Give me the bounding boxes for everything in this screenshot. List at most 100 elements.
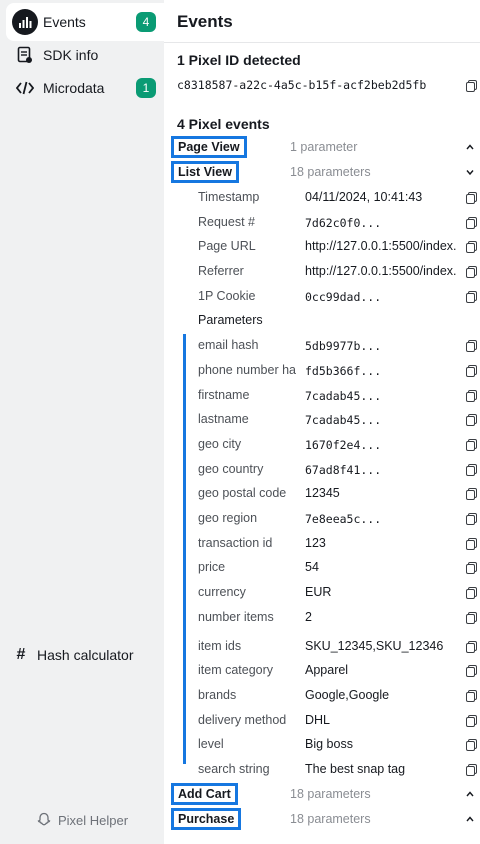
footer-brand: Pixel Helper xyxy=(36,812,128,828)
copy-icon[interactable] xyxy=(466,665,477,677)
param-key: search string xyxy=(198,762,270,776)
param-key: currency xyxy=(198,585,246,599)
copy-icon[interactable] xyxy=(466,488,477,500)
param-value: 123 xyxy=(305,536,326,550)
event-list-view-button[interactable]: List View xyxy=(171,161,239,183)
pixel-id-value: c8318587-a22c-4a5c-b15f-acf2beb2d5fb xyxy=(177,78,427,92)
event-param-count: 18 parameters xyxy=(290,165,371,179)
copy-icon[interactable] xyxy=(466,612,477,624)
events-section-title: 4 Pixel events xyxy=(177,116,270,132)
param-value: fd5b366f... xyxy=(305,364,382,378)
copy-icon[interactable] xyxy=(466,464,477,476)
sidebar-item-label: Microdata xyxy=(43,80,105,96)
header-divider xyxy=(164,42,480,43)
param-key: level xyxy=(198,737,224,751)
copy-icon[interactable] xyxy=(466,690,477,702)
parameters-group-line xyxy=(183,334,186,764)
param-value: Apparel xyxy=(305,663,349,677)
event-purchase-button[interactable]: Purchase xyxy=(171,808,242,830)
meta-key: Referrer xyxy=(198,264,244,278)
copy-icon[interactable] xyxy=(466,340,477,352)
meta-value: http://127.0.0.1:5500/index. xyxy=(305,264,457,278)
code-icon xyxy=(12,75,38,101)
chevron-down-icon[interactable] xyxy=(466,168,474,176)
sidebar-item-hash-calculator[interactable]: # Hash calculator xyxy=(12,646,134,664)
sidebar-item-label: Events xyxy=(43,14,86,30)
copy-icon[interactable] xyxy=(466,764,477,776)
param-key: item category xyxy=(198,663,274,677)
param-key: firstname xyxy=(198,388,250,402)
param-value: Big boss xyxy=(305,737,353,751)
copy-icon[interactable] xyxy=(466,715,477,727)
meta-value: 04/11/2024, 10:41:43 xyxy=(305,190,423,204)
meta-key: Request # xyxy=(198,215,255,229)
param-key: number items xyxy=(198,610,274,624)
chevron-up-icon[interactable] xyxy=(466,815,474,823)
pixel-section-title: 1 Pixel ID detected xyxy=(177,52,301,68)
param-value: 7cadab45... xyxy=(305,413,382,427)
meta-value: http://127.0.0.1:5500/index. xyxy=(305,239,457,253)
page-title: Events xyxy=(177,12,233,31)
event-add-cart-button[interactable]: Add Cart xyxy=(171,783,238,805)
chevron-up-icon[interactable] xyxy=(466,790,474,798)
param-value: Google,Google xyxy=(305,688,390,702)
param-value: 2 xyxy=(305,610,312,624)
copy-icon[interactable] xyxy=(466,641,477,653)
event-param-count: 18 parameters xyxy=(290,812,371,826)
param-key: geo postal code xyxy=(198,486,287,500)
event-page-view-button[interactable]: Page View xyxy=(171,136,247,158)
copy-icon[interactable] xyxy=(466,266,477,278)
param-value: 12345 xyxy=(305,486,340,500)
copy-icon[interactable] xyxy=(466,739,477,751)
bar-chart-icon xyxy=(12,9,38,35)
meta-key: 1P Cookie xyxy=(198,289,256,303)
copy-icon[interactable] xyxy=(466,241,477,253)
param-value: 7cadab45... xyxy=(305,389,382,403)
copy-icon[interactable] xyxy=(466,538,477,550)
meta-value: 0cc99dad... xyxy=(305,290,382,304)
meta-key: Timestamp xyxy=(198,190,260,204)
param-value: 1670f2e4... xyxy=(305,438,382,452)
param-key: price xyxy=(198,560,226,574)
microdata-count-badge: 1 xyxy=(136,78,156,98)
meta-key: Page URL xyxy=(198,239,256,253)
event-param-count: 1 parameter xyxy=(290,140,358,154)
param-value: 7e8eea5c... xyxy=(305,512,382,526)
param-key: geo city xyxy=(198,437,242,451)
copy-icon[interactable] xyxy=(466,414,477,426)
copy-icon[interactable] xyxy=(466,562,477,574)
param-value: 54 xyxy=(305,560,319,574)
copy-icon[interactable] xyxy=(466,192,477,204)
copy-icon[interactable] xyxy=(466,439,477,451)
document-icon xyxy=(12,42,38,68)
param-value: SKU_12345,SKU_12346 xyxy=(305,639,444,653)
param-value: DHL xyxy=(305,713,331,727)
sidebar-item-label: Hash calculator xyxy=(37,647,134,663)
footer-label: Pixel Helper xyxy=(58,812,129,828)
hash-icon: # xyxy=(16,646,26,663)
copy-icon[interactable] xyxy=(466,80,477,92)
sidebar-item-microdata[interactable]: Microdata 1 xyxy=(6,69,164,107)
copy-icon[interactable] xyxy=(466,513,477,525)
chevron-up-icon[interactable] xyxy=(466,143,474,151)
param-key: transaction id xyxy=(198,536,273,550)
param-value: 5db9977b... xyxy=(305,339,382,353)
copy-icon[interactable] xyxy=(466,365,477,377)
param-key: lastname xyxy=(198,412,249,426)
copy-icon[interactable] xyxy=(466,390,477,402)
copy-icon[interactable] xyxy=(466,217,477,229)
param-key: brands xyxy=(198,688,237,702)
parameters-label: Parameters xyxy=(198,313,263,327)
ghost-icon xyxy=(37,812,51,826)
param-key: geo region xyxy=(198,511,258,525)
copy-icon[interactable] xyxy=(466,291,477,303)
param-key: email hash xyxy=(198,338,259,352)
param-key: delivery method xyxy=(198,713,287,727)
param-key: geo country xyxy=(198,462,264,476)
param-key: item ids xyxy=(198,639,242,653)
events-count-badge: 4 xyxy=(136,12,156,32)
param-value: The best snap tag xyxy=(305,762,406,776)
main-panel: Events 1 Pixel ID detected c8318587-a22c… xyxy=(164,0,480,844)
param-key: phone number ha xyxy=(198,363,296,377)
copy-icon[interactable] xyxy=(466,587,477,599)
